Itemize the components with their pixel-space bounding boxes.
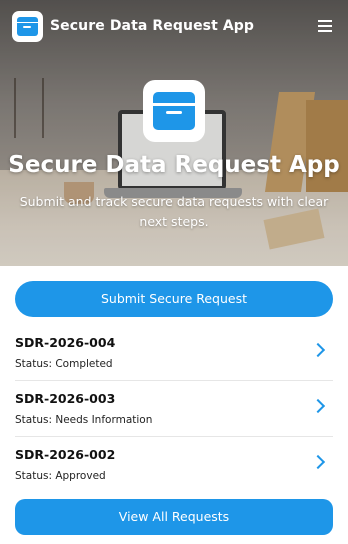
request-id: SDR-2026-003 xyxy=(15,391,116,406)
request-status: Status: Needs Information xyxy=(15,414,153,426)
hero-section: Secure Data Request App Secure Data Requ… xyxy=(0,0,348,266)
request-list: SDR-2026-004 Status: Completed SDR-2026-… xyxy=(15,325,333,493)
chevron-right-icon[interactable] xyxy=(310,398,326,414)
request-status: Status: Completed xyxy=(15,358,113,370)
view-all-requests-button[interactable]: View All Requests xyxy=(15,499,333,535)
archive-box-icon xyxy=(12,10,43,42)
main-content: Submit Secure Request SDR-2026-004 Statu… xyxy=(0,266,348,535)
app-title: Secure Data Request App xyxy=(50,18,255,34)
request-item[interactable]: SDR-2026-003 Status: Needs Information xyxy=(15,381,333,437)
request-id: SDR-2026-004 xyxy=(15,335,116,350)
chevron-right-icon[interactable] xyxy=(310,454,326,470)
hero-subtitle: Submit and track secure data requests wi… xyxy=(19,194,329,229)
hero-title: Secure Data Request App xyxy=(8,152,340,178)
request-status: Status: Approved xyxy=(15,470,106,482)
archive-box-icon xyxy=(143,80,205,142)
chevron-right-icon[interactable] xyxy=(310,342,326,358)
submit-secure-request-button[interactable]: Submit Secure Request xyxy=(15,281,333,317)
top-bar: Secure Data Request App xyxy=(0,0,348,52)
request-id: SDR-2026-002 xyxy=(15,447,116,462)
request-item[interactable]: SDR-2026-002 Status: Approved xyxy=(15,437,333,493)
request-item[interactable]: SDR-2026-004 Status: Completed xyxy=(15,325,333,381)
hamburger-menu-icon[interactable] xyxy=(314,15,336,37)
